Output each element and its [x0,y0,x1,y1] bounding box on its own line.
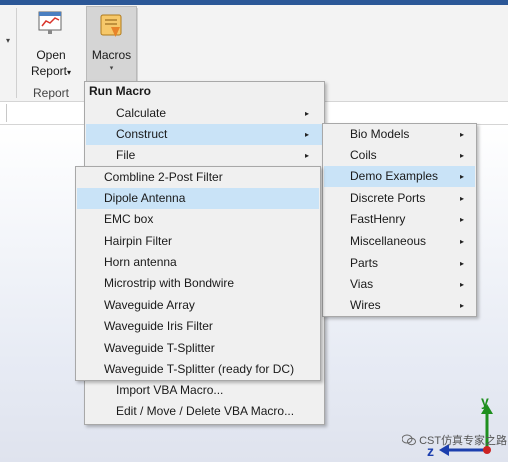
menu-item-label: Import VBA Macro... [116,383,224,397]
macro-scroll-icon [100,14,122,37]
submenu-arrow-icon: ▸ [460,130,465,139]
menu-item-label: Horn antenna [104,255,177,269]
submenu-arrow-icon: ▸ [305,130,310,139]
menu-item-label: Bio Models [350,127,410,141]
menu-item-label: Calculate [116,106,167,120]
menu-item-horn-antenna[interactable]: Horn antenna [77,252,319,273]
watermark: CST仿真专家之路 [401,432,508,448]
ribbon-divider [16,8,17,98]
open-report-button[interactable]: Open Report▾ [27,8,75,80]
menu-item-label: Hairpin Filter [104,234,173,248]
submenu-arrow-icon: ▸ [460,280,465,289]
watermark-text: CST仿真专家之路 [419,435,508,447]
menu-item-demo-examples[interactable]: Demo Examples ▸ [324,166,475,187]
menu-item-calculate[interactable]: Calculate ▸ [86,103,323,124]
menu-item-label: Vias [350,277,374,291]
menu-item-discrete-ports[interactable]: Discrete Ports ▸ [324,188,475,209]
submenu-arrow-icon: ▸ [305,151,310,160]
demo-examples-submenu: Combline 2-Post Filter Dipole Antenna EM… [75,166,321,381]
menu-item-miscellaneous[interactable]: Miscellaneous ▸ [324,231,475,252]
menu-item-waveguide-t-splitter-dc[interactable]: Waveguide T-Splitter (ready for DC) [77,359,319,380]
menu-item-label: Construct [116,127,168,141]
menu-item-construct[interactable]: Construct ▸ [86,124,323,145]
menu-item-label: Wires [350,298,381,312]
menu-item-label: Discrete Ports [350,191,426,205]
menu-item-bio-models[interactable]: Bio Models ▸ [324,124,475,145]
menu-item-label: Edit / Move / Delete VBA Macro... [116,404,295,418]
menu-item-label: Waveguide T-Splitter (ready for DC) [104,362,295,376]
construct-submenu: Bio Models ▸ Coils ▸ Demo Examples ▸ Dis… [322,123,477,317]
menu-item-parts[interactable]: Parts ▸ [324,253,475,274]
menu-item-label: Waveguide T-Splitter [104,341,215,355]
macros-dropdown-icon: ▾ [109,65,114,72]
menu-item-emc-box[interactable]: EMC box [77,209,319,230]
menu-item-label: EMC box [104,212,154,226]
submenu-arrow-icon: ▸ [460,151,465,160]
menu-item-label: Waveguide Iris Filter [104,319,213,333]
macros-label: Macros [91,48,132,62]
ribbon-group-expand-icon[interactable]: ▾ [6,36,10,45]
run-macro-title: Run Macro [89,84,152,98]
wechat-icon [401,434,416,446]
menu-item-hairpin-filter[interactable]: Hairpin Filter [77,231,319,252]
submenu-arrow-icon: ▸ [460,172,465,181]
menu-item-label: Miscellaneous [350,234,427,248]
menu-item-combline-filter[interactable]: Combline 2-Post Filter [77,167,319,188]
menu-item-edit-vba[interactable]: Edit / Move / Delete VBA Macro... [86,401,323,422]
submenu-arrow-icon: ▸ [305,109,310,118]
menu-item-label: Microstrip with Bondwire [104,276,235,290]
menu-item-waveguide-iris-filter[interactable]: Waveguide Iris Filter [77,316,319,337]
menu-item-microstrip-bondwire[interactable]: Microstrip with Bondwire [77,273,319,294]
menu-item-fasthenry[interactable]: FastHenry ▸ [324,209,475,230]
menu-item-label: File [116,148,136,162]
submenu-arrow-icon: ▸ [460,237,465,246]
menu-item-waveguide-t-splitter[interactable]: Waveguide T-Splitter [77,338,319,359]
ribbon-group-label: Report [32,86,70,100]
report-icon [38,11,62,34]
menu-item-label: Coils [350,148,377,162]
menu-item-label: Demo Examples [350,169,439,183]
menu-item-coils[interactable]: Coils ▸ [324,145,475,166]
menu-item-label: Dipole Antenna [104,191,186,205]
menu-item-waveguide-array[interactable]: Waveguide Array [77,295,319,316]
open-report-label-2: Report▾ [30,64,72,78]
menu-item-label: Waveguide Array [104,298,195,312]
menu-item-vias[interactable]: Vias ▸ [324,274,475,295]
menu-item-label: Combline 2-Post Filter [104,170,223,184]
menu-item-wires[interactable]: Wires ▸ [324,295,475,316]
macros-button[interactable]: Macros ▾ [86,6,137,82]
submenu-arrow-icon: ▸ [460,215,465,224]
menu-item-dipole-antenna[interactable]: Dipole Antenna [77,188,319,209]
open-report-label: Open [36,48,66,62]
submenu-arrow-icon: ▸ [460,259,465,268]
menu-item-label: FastHenry [350,212,406,226]
toolbar-divider [6,104,7,122]
menu-item-file[interactable]: File ▸ [86,145,323,166]
menu-item-label: Parts [350,256,379,270]
menu-item-import-vba[interactable]: Import VBA Macro... [86,380,323,401]
submenu-arrow-icon: ▸ [460,194,465,203]
axis-orientation-widget: y z [427,393,493,459]
submenu-arrow-icon: ▸ [460,301,465,310]
